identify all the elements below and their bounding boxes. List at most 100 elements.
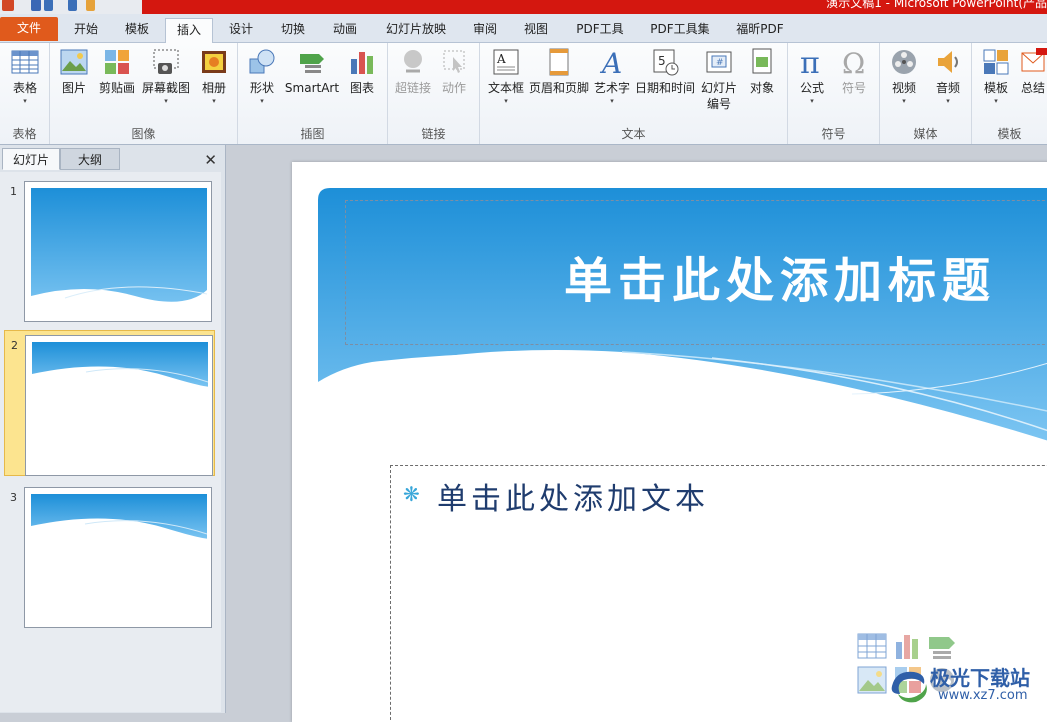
tab-foxit-pdf[interactable]: 福昕PDF <box>726 18 794 42</box>
insert-chart-icon[interactable] <box>893 632 923 660</box>
bullet-icon: ❋ <box>403 482 420 506</box>
tab-review[interactable]: 审阅 <box>462 18 508 42</box>
tab-home[interactable]: 开始 <box>62 18 110 42</box>
tab-outline[interactable]: 大纲 <box>60 148 120 170</box>
screenshot-icon <box>151 47 181 77</box>
group-templates: 模板 ▾ 总结 模板 <box>972 43 1047 144</box>
datetime-button[interactable]: 5 日期和时间 <box>634 47 696 96</box>
clipart-button[interactable]: 剪贴画 <box>96 47 138 96</box>
textbox-button[interactable]: A 文本框 ▾ <box>484 47 528 106</box>
album-button[interactable]: 相册 ▾ <box>196 47 232 106</box>
watermark-url: www.xz7.com <box>938 688 1028 703</box>
wordart-button[interactable]: A 艺术字 ▾ <box>592 47 632 106</box>
symbol-button[interactable]: Ω 符号 <box>836 47 872 96</box>
slide-thumbnail-3[interactable]: 3 <box>4 483 215 629</box>
redo-icon[interactable] <box>68 0 77 11</box>
object-icon <box>747 47 777 77</box>
slide-thumbnail-2[interactable]: 2 <box>4 330 215 476</box>
slide-number: 1 <box>10 185 17 198</box>
watermark-brand: 极光下载站 <box>930 666 1030 690</box>
tab-templates[interactable]: 模板 <box>112 18 162 42</box>
group-media: 视频 ▾ 音频 ▾ 媒体 <box>880 43 972 144</box>
close-icon[interactable]: ✕ <box>204 151 217 169</box>
tab-pdf-tools[interactable]: PDF工具 <box>566 18 634 42</box>
window-title: 演示文稿1 - Microsoft PowerPoint(产品 <box>826 0 1047 10</box>
slide-number-button[interactable]: # 幻灯片 编号 <box>698 47 740 112</box>
tab-design[interactable]: 设计 <box>216 18 266 42</box>
header-footer-icon <box>544 47 574 77</box>
smartart-button[interactable]: SmartArt <box>284 47 340 96</box>
speaker-icon <box>933 47 963 77</box>
picture-button[interactable]: 图片 <box>56 47 92 96</box>
slide-editor: 单击此处添加标题 ❋ 单击此处添加文本 <box>226 145 1047 722</box>
save-icon[interactable] <box>31 0 41 11</box>
audio-button[interactable]: 音频 ▾ <box>930 47 966 106</box>
title-bar: 演示文稿1 - Microsoft PowerPoint(产品 <box>0 0 1047 14</box>
pi-icon: π <box>797 46 827 81</box>
equation-button[interactable]: π 公式 ▾ <box>794 46 830 106</box>
textbox-icon: A <box>491 47 521 77</box>
svg-text:π: π <box>800 47 820 77</box>
hyperlink-icon <box>398 47 428 77</box>
ribbon: 表格 ▾ 表格 图片 剪贴画 屏幕截图 ▾ 相册 ▾ 图像 形状 ▾ Smart… <box>0 43 1047 145</box>
title-placeholder-text: 单击此处添加标题 <box>564 253 997 309</box>
wordart-icon: A <box>597 47 627 80</box>
hyperlink-button[interactable]: 超链接 <box>392 47 434 96</box>
svg-text:5: 5 <box>658 54 666 68</box>
title-placeholder[interactable]: 单击此处添加标题 <box>345 200 1047 345</box>
header-footer-button[interactable]: 页眉和页脚 <box>528 47 590 96</box>
svg-text:A: A <box>496 52 506 66</box>
customize-icon[interactable] <box>86 0 95 11</box>
group-images: 图片 剪贴画 屏幕截图 ▾ 相册 ▾ 图像 <box>50 43 238 144</box>
insert-picture-icon[interactable] <box>857 666 887 694</box>
tab-pdf-toolset[interactable]: PDF工具集 <box>640 18 720 42</box>
summary-button[interactable]: 总结 <box>1018 47 1047 96</box>
table-button[interactable]: 表格 ▾ <box>4 47 46 106</box>
chart-button[interactable]: 图表 <box>344 47 380 96</box>
slide-number: 3 <box>10 491 17 504</box>
slide-thumbnail-1[interactable]: 1 <box>4 177 215 323</box>
group-illustrations: 形状 ▾ SmartArt 图表 插图 <box>238 43 388 144</box>
quick-access-toolbar <box>0 0 95 14</box>
template-icon <box>981 47 1011 77</box>
slide-thumbnail-list: 1 2 3 <box>0 172 221 712</box>
action-icon <box>439 47 469 77</box>
album-icon <box>199 47 229 77</box>
tab-slides[interactable]: 幻灯片 <box>2 148 60 170</box>
tab-transitions[interactable]: 切换 <box>268 18 318 42</box>
tab-animations[interactable]: 动画 <box>320 18 370 42</box>
picture-icon <box>59 47 89 77</box>
content-slide-preview <box>25 335 213 476</box>
title-slide-preview <box>24 181 212 322</box>
tab-file[interactable]: 文件 <box>0 17 58 41</box>
pane-tabs: 幻灯片 大纲 ✕ <box>0 148 225 172</box>
svg-text:A: A <box>599 47 622 77</box>
chart-icon <box>347 47 377 77</box>
group-text: A 文本框 ▾ 页眉和页脚 A 艺术字 ▾ 5 日期和时间 # 幻灯片 编号 对… <box>480 43 788 144</box>
svg-text:Ω: Ω <box>842 47 865 77</box>
calendar-icon: 5 <box>650 47 680 77</box>
tab-view[interactable]: 视图 <box>512 18 560 42</box>
powerpoint-logo-icon <box>2 0 14 11</box>
content-slide-preview <box>24 487 212 628</box>
omega-icon: Ω <box>839 47 869 80</box>
undo-icon[interactable] <box>44 0 53 11</box>
shapes-icon <box>247 47 277 77</box>
slide-number-icon: # <box>704 47 734 77</box>
summary-icon <box>1018 47 1047 77</box>
slides-pane: 幻灯片 大纲 ✕ 1 2 3 <box>0 145 226 713</box>
insert-smartart-icon[interactable] <box>927 632 957 660</box>
template-button[interactable]: 模板 ▾ <box>978 47 1014 106</box>
object-button[interactable]: 对象 <box>742 47 782 96</box>
tab-slideshow[interactable]: 幻灯片放映 <box>376 18 456 42</box>
smartart-icon <box>297 47 327 77</box>
action-button[interactable]: 动作 <box>436 47 472 96</box>
table-icon <box>10 47 40 77</box>
video-button[interactable]: 视频 ▾ <box>886 47 922 106</box>
screenshot-button[interactable]: 屏幕截图 ▾ <box>140 47 192 106</box>
shapes-button[interactable]: 形状 ▾ <box>244 47 280 106</box>
tab-insert[interactable]: 插入 <box>165 18 213 43</box>
watermark-logo-icon <box>891 671 927 703</box>
insert-table-icon[interactable] <box>857 632 887 660</box>
ribbon-tabs: 文件 开始 模板 插入 设计 切换 动画 幻灯片放映 审阅 视图 PDF工具 P… <box>0 14 1047 43</box>
